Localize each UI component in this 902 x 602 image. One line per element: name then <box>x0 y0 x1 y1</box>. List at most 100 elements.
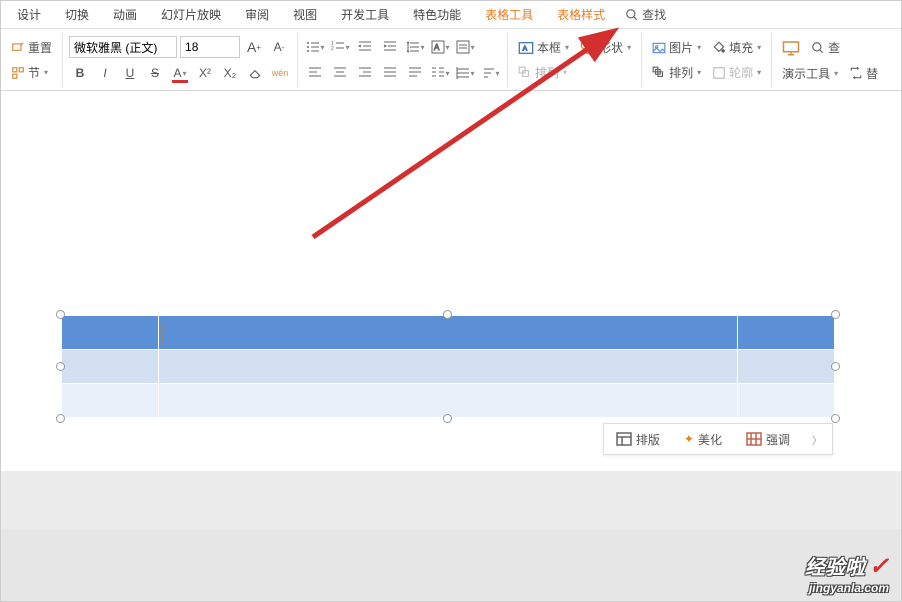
align-left-button[interactable] <box>304 62 326 84</box>
sort-icon <box>481 66 495 80</box>
float-layout-button[interactable]: 排版 <box>604 431 672 448</box>
font-name-select[interactable] <box>69 36 177 58</box>
picture-button[interactable]: 图片▾ <box>648 37 705 58</box>
chevron-down-icon: ▾ <box>44 68 48 77</box>
find-button[interactable]: 查 <box>807 37 844 58</box>
section-button[interactable]: 节▾ <box>7 62 52 83</box>
align-center-button[interactable] <box>329 62 351 84</box>
float-layout-label: 排版 <box>636 431 660 448</box>
align-center-icon <box>333 66 347 80</box>
menu-design[interactable]: 设计 <box>5 2 53 27</box>
align-text-icon <box>456 40 470 54</box>
shape-button[interactable]: 形状▾ <box>576 37 635 58</box>
resize-handle-tr[interactable] <box>831 310 840 319</box>
text-cursor <box>161 323 164 343</box>
outline-button[interactable]: 轮廓▾ <box>708 62 765 83</box>
align-text-button[interactable]: ▾ <box>454 36 476 58</box>
resize-handle-br[interactable] <box>831 414 840 423</box>
columns-button[interactable]: ▾ <box>429 62 451 84</box>
indent-increase-button[interactable] <box>379 36 401 58</box>
menu-slideshow[interactable]: 幻灯片放映 <box>149 2 233 27</box>
bold-button[interactable]: B <box>69 62 91 84</box>
text-direction-button[interactable]: A▾ <box>429 36 451 58</box>
menu-transition[interactable]: 切换 <box>53 2 101 27</box>
resize-handle-tm[interactable] <box>443 310 452 319</box>
outline-label: 轮廓 <box>729 64 753 81</box>
fill-icon <box>712 41 726 55</box>
phonetic-button[interactable]: wén <box>269 62 291 84</box>
chevron-down-icon: ▾ <box>183 69 187 78</box>
float-beautify-label: 美化 <box>698 431 722 448</box>
increase-font-button[interactable]: A+ <box>243 36 265 58</box>
floating-toolbar: 排版 ✦ 美化 强调 〉 <box>603 423 833 455</box>
font-color-button[interactable]: A▾ <box>169 62 191 84</box>
resize-handle-bm[interactable] <box>443 414 452 423</box>
decrease-font-button[interactable]: A- <box>268 36 290 58</box>
sparkle-icon: ✦ <box>684 432 694 446</box>
present-tools-button[interactable] <box>778 37 804 59</box>
resize-handle-bl[interactable] <box>56 414 65 423</box>
float-beautify-button[interactable]: ✦ 美化 <box>672 431 734 448</box>
tab-button[interactable]: ▾ <box>454 62 476 84</box>
menu-table-style[interactable]: 表格样式 <box>545 2 617 27</box>
table-row[interactable] <box>62 316 835 350</box>
present-tools-label-button[interactable]: 演示工具▾ <box>778 63 842 84</box>
reset-button[interactable]: 重置 <box>7 37 56 58</box>
slide-canvas[interactable]: 排版 ✦ 美化 强调 〉 <box>1 91 901 471</box>
italic-button[interactable]: I <box>94 62 116 84</box>
subscript-button[interactable]: X₂ <box>219 62 241 84</box>
superscript-button[interactable]: X² <box>194 62 216 84</box>
resize-handle-mr[interactable] <box>831 362 840 371</box>
arrange-button[interactable]: 排列▾ <box>514 62 571 83</box>
arrange-label: 排列 <box>535 64 559 81</box>
svg-text:2: 2 <box>331 46 334 52</box>
menu-search-label: 查找 <box>642 6 666 23</box>
align-right-button[interactable] <box>354 62 376 84</box>
line-spacing-button[interactable]: ▾ <box>404 36 426 58</box>
watermark-url: jingyanla.com <box>805 581 889 595</box>
table-selection[interactable] <box>61 315 835 418</box>
replace-button[interactable]: 替 <box>845 63 882 84</box>
table-row[interactable] <box>62 350 835 384</box>
arrange2-icon <box>652 66 666 80</box>
emphasize-icon <box>746 432 762 446</box>
menu-review[interactable]: 审阅 <box>233 2 281 27</box>
distribute-button[interactable] <box>404 62 426 84</box>
menu-table-tools[interactable]: 表格工具 <box>473 2 545 27</box>
fill-button[interactable]: 填充▾ <box>708 37 765 58</box>
float-emphasize-button[interactable]: 强调 <box>734 431 802 448</box>
menu-features[interactable]: 特色功能 <box>401 2 473 27</box>
align-right-icon <box>358 66 372 80</box>
sort-button[interactable]: ▾ <box>479 62 501 84</box>
underline-button[interactable]: U <box>119 62 141 84</box>
present-tools-label: 演示工具 <box>782 65 830 82</box>
bullets-icon <box>306 40 320 54</box>
menu-search[interactable]: 查找 <box>617 2 674 27</box>
bullets-button[interactable]: ▾ <box>304 36 326 58</box>
align-left-icon <box>308 66 322 80</box>
float-more-button[interactable]: 〉 <box>802 432 832 447</box>
text-direction-icon: A <box>431 40 445 54</box>
resize-handle-tl[interactable] <box>56 310 65 319</box>
menu-view[interactable]: 视图 <box>281 2 329 27</box>
table-row[interactable] <box>62 384 835 418</box>
arrange2-label: 排列 <box>669 64 693 81</box>
clear-format-button[interactable] <box>244 62 266 84</box>
indent-right-icon <box>383 40 397 54</box>
align-justify-button[interactable] <box>379 62 401 84</box>
strikethrough-button[interactable]: S <box>144 62 166 84</box>
menu-animation[interactable]: 动画 <box>101 2 149 27</box>
slide-table[interactable] <box>61 315 835 418</box>
find-icon <box>811 41 825 55</box>
font-size-select[interactable] <box>180 36 240 58</box>
indent-decrease-button[interactable] <box>354 36 376 58</box>
arrange2-button[interactable]: 排列▾ <box>648 62 705 83</box>
textbox-button[interactable]: A 本框▾ <box>514 37 573 58</box>
textbox-icon: A <box>518 40 534 56</box>
section-icon <box>11 66 25 80</box>
menu-developer[interactable]: 开发工具 <box>329 2 401 27</box>
resize-handle-ml[interactable] <box>56 362 65 371</box>
columns-icon <box>431 66 445 80</box>
numbering-button[interactable]: 12▾ <box>329 36 351 58</box>
watermark: 经验啦✓ jingyanla.com <box>805 551 889 595</box>
